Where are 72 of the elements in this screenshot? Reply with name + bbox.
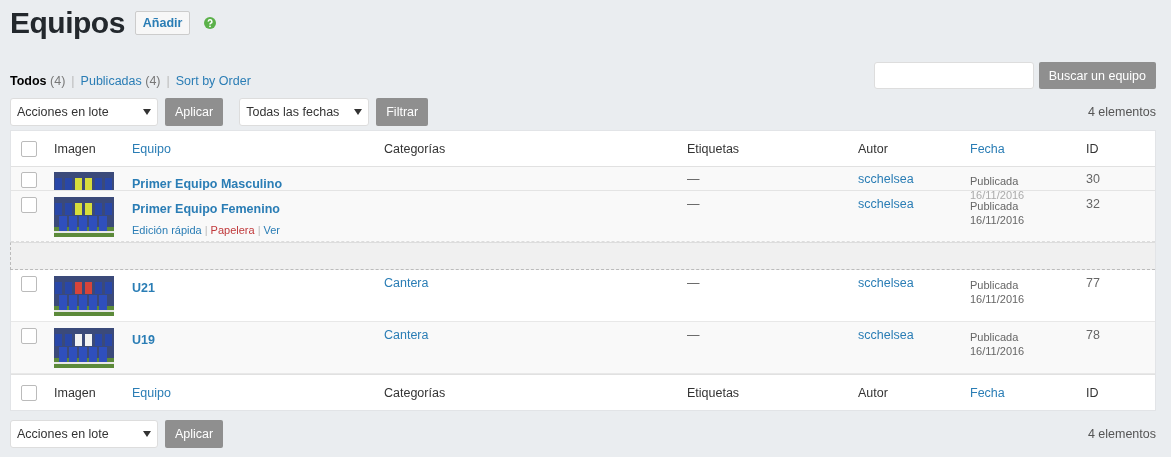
column-header: Categorías [384,385,446,400]
row-checkbox[interactable] [21,276,37,292]
search-button[interactable]: Buscar un equipo [1038,62,1156,89]
column-header: Categorías [384,141,446,156]
tags-cell-text: — [687,196,700,211]
date-text: 16/11/2016 [970,344,1026,358]
category-link[interactable]: Cantera [384,323,429,342]
id-cell-text: 77 [1086,275,1100,290]
team-title-link[interactable]: Primer Equipo Masculino [132,172,384,191]
column-header: ID [1086,141,1099,156]
id-cell-text: 78 [1086,327,1100,342]
tags-cell-text: — [687,171,700,186]
search-field[interactable] [873,62,1034,89]
team-title-link[interactable]: Primer Equipo Femenino [132,197,384,216]
status-text: Publicada [970,199,1020,213]
column-sort-link[interactable]: Fecha [970,385,1005,400]
date-text: 16/11/2016 [970,292,1026,306]
help-icon[interactable] [204,17,217,29]
column-header: Autor [858,385,888,400]
column-sort-link[interactable]: Equipo [132,141,171,156]
caret-icon [143,109,151,115]
select-all-checkbox[interactable] [21,384,37,401]
status-text: Publicada [970,278,1020,292]
view-filter-link[interactable]: Publicadas (4) [80,74,161,88]
date-filter-select[interactable]: Todas las fechas [239,98,370,126]
row-action-link[interactable]: Ver [263,224,280,236]
item-count: 4 elementos [1087,105,1156,119]
column-header: Imagen [54,385,96,400]
apply-button[interactable]: Aplicar [165,98,224,126]
tags-cell-text: — [687,327,700,342]
column-header: Imagen [54,141,96,156]
column-header: Autor [858,141,888,156]
id-cell-text: 32 [1086,196,1100,211]
id-cell-text: 30 [1086,171,1100,186]
row-action-link[interactable]: Edición rápida [132,224,202,236]
separator: | [257,224,261,236]
author-link[interactable]: scchelsea [858,192,914,211]
author-link[interactable]: scchelsea [858,167,914,186]
page-title: Equipos [10,6,125,40]
column-header: Etiquetas [687,385,740,400]
author-link[interactable]: scchelsea [858,323,914,342]
column-sort-link[interactable]: Fecha [970,141,1005,156]
category-link[interactable]: Cantera [384,271,429,290]
column-sort-link[interactable]: Equipo [132,385,171,400]
date-text: 16/11/2016 [970,213,1026,227]
view-filter-link[interactable]: Sort by Order [175,74,251,88]
bulk-actions-select[interactable]: Acciones en lote [10,420,158,448]
author-link[interactable]: scchelsea [858,271,914,290]
select-all-checkbox[interactable] [21,140,37,157]
caret-icon [354,109,363,115]
view-filter-link[interactable]: Todos (4) [10,74,66,88]
status-text: Publicada [970,330,1020,344]
item-count: 4 elementos [1087,427,1156,441]
tags-cell-text: — [687,275,700,290]
add-button[interactable]: Añadir [134,11,191,35]
date-text: 16/11/2016 [970,188,1026,202]
column-header: ID [1086,385,1099,400]
team-title-link[interactable]: U19 [132,328,384,347]
apply-button[interactable]: Aplicar [165,420,224,448]
row-action-link[interactable]: Papelera [210,224,255,236]
filter-button[interactable]: Filtrar [376,98,429,126]
bulk-actions-select[interactable]: Acciones en lote [10,98,158,126]
row-checkbox[interactable] [21,197,37,213]
row-checkbox[interactable] [21,328,37,344]
status-text: Publicada [970,174,1020,188]
caret-icon [143,431,151,437]
separator: | [204,224,208,236]
team-title-link[interactable]: U21 [132,276,384,295]
row-checkbox[interactable] [21,172,37,188]
column-header: Etiquetas [687,141,740,156]
separator: | [166,74,170,88]
separator: | [71,74,75,88]
